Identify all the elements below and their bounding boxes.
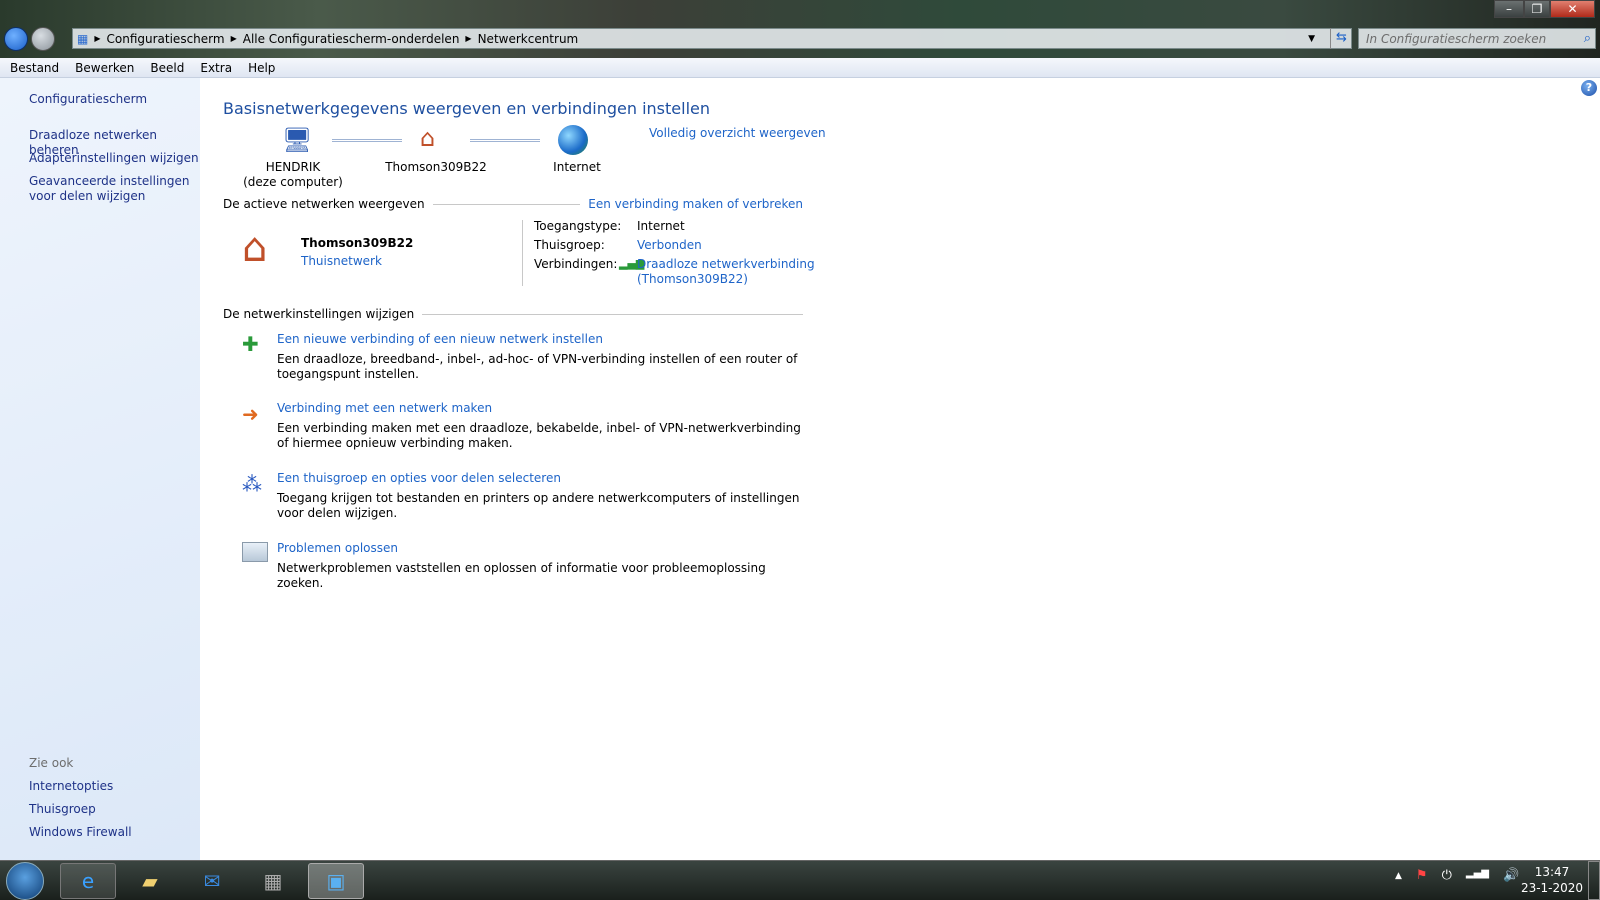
clock-time: 13:47 xyxy=(1534,865,1570,879)
menu-bar: Bestand Bewerken Beeld Extra Help xyxy=(0,58,1600,78)
new-connection-link[interactable]: Een nieuwe verbinding of een nieuw netwe… xyxy=(277,332,603,346)
chevron-down-icon[interactable]: ▼ xyxy=(1308,34,1315,44)
connect-network-icon: ➜ xyxy=(242,402,259,426)
computer-name: HENDRIK xyxy=(265,160,321,174)
back-button[interactable] xyxy=(4,27,28,51)
show-hidden-icons-icon[interactable]: ▲ xyxy=(1395,868,1402,884)
connection-name: Draadloze netwerkverbinding xyxy=(637,257,815,271)
start-button[interactable] xyxy=(6,862,44,900)
divider xyxy=(522,220,523,286)
network-label: Thomson309B22 xyxy=(385,160,487,174)
breadcrumb-item[interactable]: Alle Configuratiescherm-onderdelen xyxy=(243,32,460,46)
control-panel-icon: ▦ xyxy=(77,31,89,46)
sidebar-home[interactable]: Configuratiescherm xyxy=(29,92,199,107)
breadcrumb-separator[interactable]: ▶ xyxy=(465,34,471,43)
connection-ssid: (Thomson309B22) xyxy=(637,272,748,286)
breadcrumb-separator[interactable]: ▶ xyxy=(231,34,237,43)
close-button[interactable]: ✕ xyxy=(1550,0,1595,18)
section-title: De actieve netwerken weergeven xyxy=(223,197,425,211)
menu-bestand[interactable]: Bestand xyxy=(10,61,59,75)
help-icon[interactable]: ? xyxy=(1581,80,1597,96)
connect-disconnect-link[interactable]: Een verbinding maken of verbreken xyxy=(588,197,803,211)
sidebar-item-adapter[interactable]: Adapterinstellingen wijzigen xyxy=(29,151,199,166)
see-also-title: Zie ook xyxy=(29,756,74,770)
full-map-link[interactable]: Volledig overzicht weergeven xyxy=(649,126,826,140)
internet-explorer-icon[interactable]: e xyxy=(60,863,116,899)
taskbar: e ▰ ✉ ▦ ▣ xyxy=(0,860,1600,900)
forward-button[interactable] xyxy=(31,27,55,51)
search-icon[interactable]: ⌕ xyxy=(1584,31,1591,46)
file-explorer-icon[interactable]: ▰ xyxy=(122,863,178,899)
computer-icon: 🖥 xyxy=(282,126,313,154)
house-icon: ⌂ xyxy=(420,124,436,152)
thunderbird-icon[interactable]: ✉ xyxy=(184,863,240,899)
network-type-link[interactable]: Thuisnetwerk xyxy=(301,254,382,268)
breadcrumb-separator[interactable]: ▶ xyxy=(94,34,100,43)
system-tray: ▲ ⚑ ⏻ ▂▄▆ 🔊 xyxy=(1395,868,1519,884)
divider xyxy=(422,313,803,315)
page-title: Basisnetwerkgegevens weergeven en verbin… xyxy=(223,99,710,118)
sidebar-item-sharing[interactable]: Geavanceerde instellingen voor delen wij… xyxy=(29,174,199,204)
homegroup-options-desc: Toegang krijgen tot bestanden en printer… xyxy=(277,491,800,520)
connect-network-desc: Een verbinding maken met een draadloze, … xyxy=(277,421,801,450)
connections-label: Verbindingen: xyxy=(534,257,618,271)
home-network-icon: ⌂ xyxy=(242,225,268,271)
internet-label: Internet xyxy=(553,160,601,174)
show-desktop-button[interactable] xyxy=(1588,861,1600,900)
menu-help[interactable]: Help xyxy=(248,61,275,75)
active-networks-header: De actieve netwerken weergeven Een verbi… xyxy=(223,197,803,211)
minimize-button[interactable]: – xyxy=(1494,0,1524,18)
settings-header: De netwerkinstellingen wijzigen xyxy=(223,307,803,321)
computer-sub: (deze computer) xyxy=(243,175,343,189)
wifi-signal-icon[interactable]: ▂▄▆ xyxy=(1466,868,1489,884)
homegroup-label: Thuisgroep: xyxy=(534,238,605,252)
new-connection-desc: Een draadloze, breedband-, inbel-, ad-ho… xyxy=(277,352,798,381)
search-placeholder: In Configuratiescherm zoeken xyxy=(1366,32,1547,46)
new-connection-icon: ✚ xyxy=(242,332,259,356)
section-title: De netwerkinstellingen wijzigen xyxy=(223,307,415,321)
connect-network-link[interactable]: Verbinding met een netwerk maken xyxy=(277,401,492,415)
homegroup-icon: ⁂ xyxy=(242,472,262,496)
troubleshoot-icon xyxy=(242,542,268,562)
sidebar-item-firewall[interactable]: Windows Firewall xyxy=(29,825,199,840)
control-panel-taskbar-icon[interactable]: ▣ xyxy=(308,863,364,899)
access-type-label: Toegangstype: xyxy=(534,219,622,233)
divider xyxy=(432,203,581,205)
menu-extra[interactable]: Extra xyxy=(200,61,232,75)
address-bar[interactable]: ▦ ▶ Configuratiescherm ▶ Alle Configurat… xyxy=(72,28,1352,49)
clock[interactable]: 13:47 23-1-2020 xyxy=(1512,864,1592,896)
sidebar-item-internet-options[interactable]: Internetopties xyxy=(29,779,199,794)
breadcrumb-item[interactable]: Configuratiescherm xyxy=(107,32,225,46)
menu-bewerken[interactable]: Bewerken xyxy=(75,61,134,75)
restore-button[interactable]: ❐ xyxy=(1524,0,1550,18)
sidebar-item-homegroup[interactable]: Thuisgroep xyxy=(29,802,199,817)
firewall-icon[interactable]: ▦ xyxy=(245,863,301,899)
connection-line xyxy=(332,139,402,142)
menu-beeld[interactable]: Beeld xyxy=(150,61,184,75)
connection-line xyxy=(470,139,540,142)
troubleshoot-desc: Netwerkproblemen vaststellen en oplossen… xyxy=(277,561,766,590)
clock-date: 23-1-2020 xyxy=(1520,881,1584,895)
homegroup-link[interactable]: Verbonden xyxy=(637,238,702,252)
action-center-flag-icon[interactable]: ⚑ xyxy=(1416,868,1428,884)
globe-icon xyxy=(558,125,588,155)
search-input[interactable]: In Configuratiescherm zoeken ⌕ xyxy=(1358,28,1596,49)
power-icon[interactable]: ⏻ xyxy=(1442,868,1452,884)
access-type-value: Internet xyxy=(637,219,685,233)
network-name: Thomson309B22 xyxy=(301,236,414,250)
homegroup-options-link[interactable]: Een thuisgroep en opties voor delen sele… xyxy=(277,471,561,485)
refresh-icon[interactable]: ⇆ xyxy=(1330,28,1352,49)
breadcrumb-item[interactable]: Netwerkcentrum xyxy=(478,32,579,46)
computer-label: HENDRIK (deze computer) xyxy=(233,160,353,190)
troubleshoot-link[interactable]: Problemen oplossen xyxy=(277,541,398,555)
wireless-connection-link[interactable]: Draadloze netwerkverbinding (Thomson309B2… xyxy=(637,257,815,287)
